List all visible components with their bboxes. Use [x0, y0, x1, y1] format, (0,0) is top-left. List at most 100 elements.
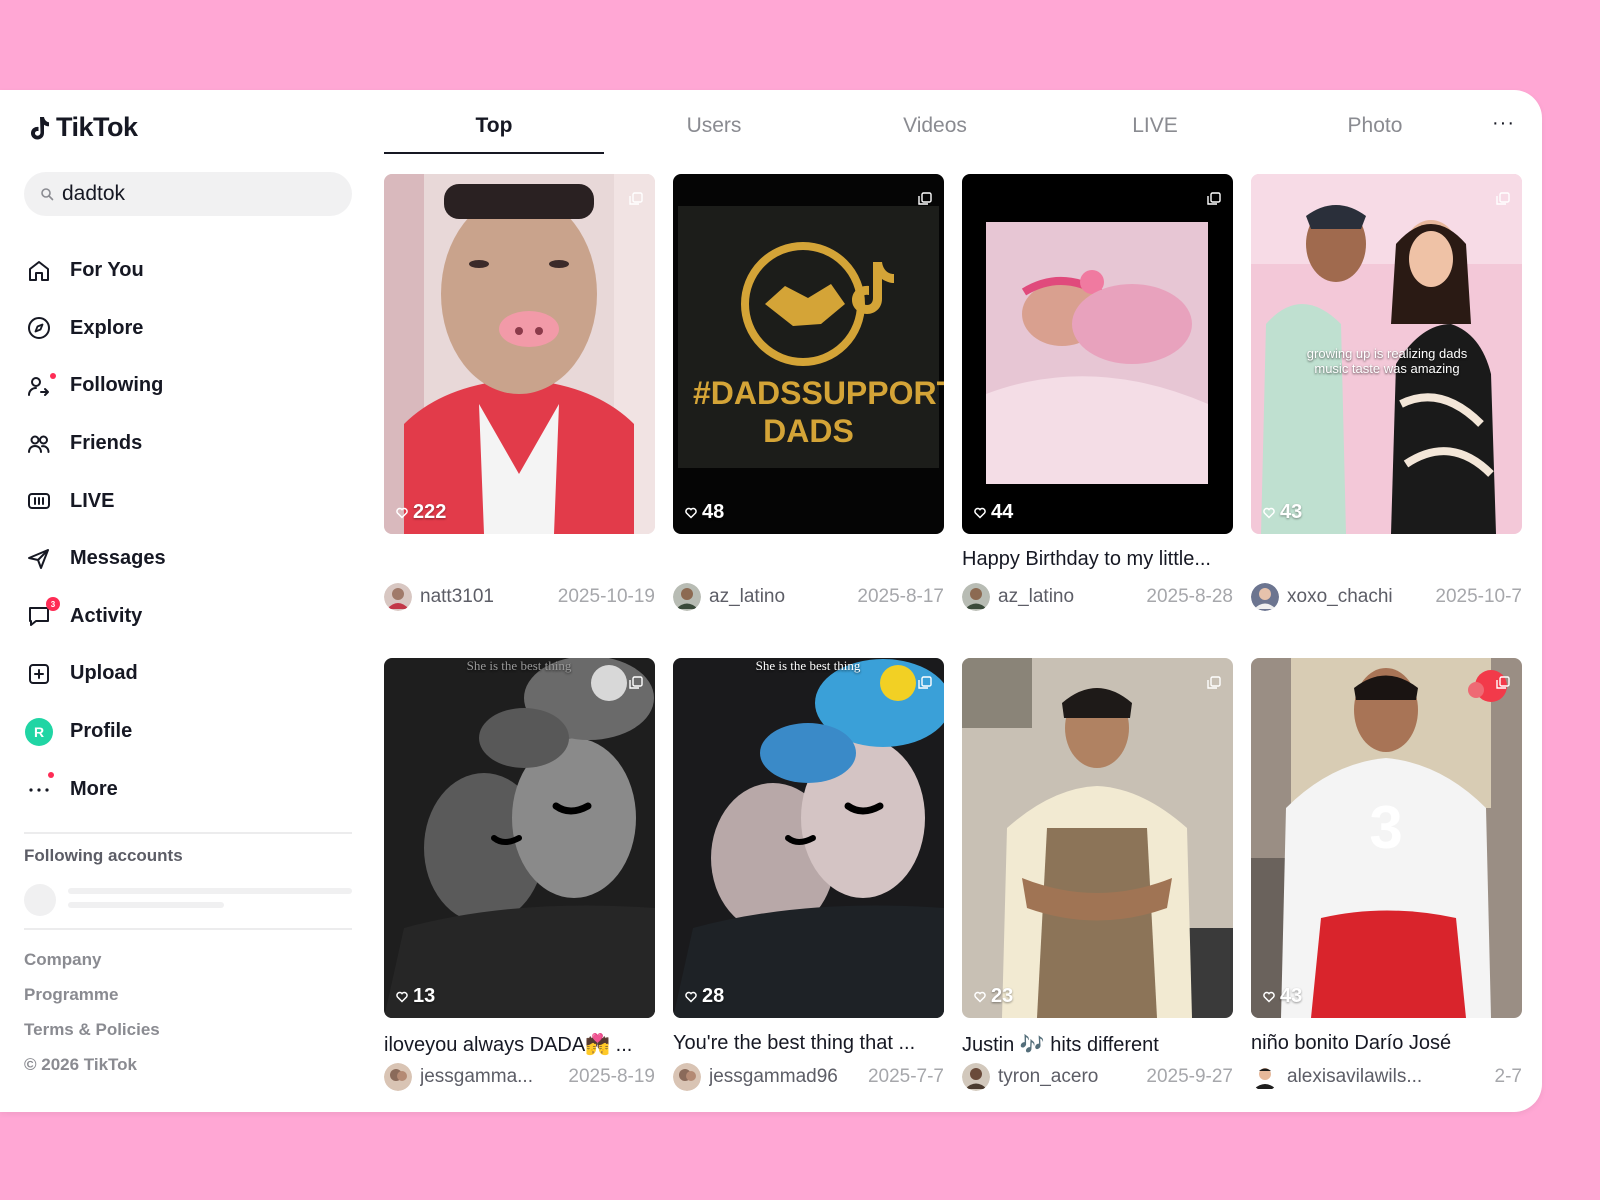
video-image: [384, 658, 655, 1018]
video-meta: az_latino 2025-8-28: [962, 582, 1233, 612]
video-thumbnail[interactable]: She is the best thing 28: [673, 658, 944, 1018]
multi-photo-icon: [1496, 192, 1510, 205]
user-avatar[interactable]: [384, 1063, 412, 1091]
username[interactable]: natt3101: [420, 586, 558, 608]
like-count-value: 222: [413, 501, 447, 523]
username[interactable]: xoxo_chachi: [1287, 586, 1435, 608]
friends-icon: [24, 429, 54, 459]
video-card[interactable]: #DADSSUPPORTING DADS 48 az_latino 2025-8…: [673, 174, 944, 612]
post-date: 2025-8-17: [857, 586, 944, 607]
video-caption[interactable]: [1251, 548, 1522, 574]
nav-label: More: [70, 777, 118, 800]
nav-following[interactable]: Following: [24, 357, 354, 415]
username[interactable]: tyron_acero: [998, 1066, 1146, 1088]
video-caption[interactable]: niño bonito Darío José: [1251, 1032, 1522, 1058]
video-caption[interactable]: [384, 548, 655, 574]
video-thumbnail[interactable]: 44: [962, 174, 1233, 534]
following-accounts-title: Following accounts: [24, 846, 183, 865]
tab-live[interactable]: LIVE: [1045, 114, 1265, 154]
user-avatar[interactable]: [962, 583, 990, 611]
nav-label: Upload: [70, 662, 138, 685]
nav-upload[interactable]: Upload: [24, 645, 354, 703]
nav-live[interactable]: LIVE: [24, 472, 354, 530]
video-thumbnail[interactable]: She is the best thing 13: [384, 658, 655, 1018]
nav-messages[interactable]: Messages: [24, 530, 354, 588]
tab-videos[interactable]: Videos: [825, 114, 1045, 154]
footer-terms[interactable]: Terms & Policies: [24, 1012, 160, 1047]
nav-explore[interactable]: Explore: [24, 300, 354, 358]
heart-icon: [1263, 507, 1275, 519]
video-thumbnail[interactable]: #DADSSUPPORTING DADS 48: [673, 174, 944, 534]
tab-users[interactable]: Users: [604, 114, 824, 154]
username[interactable]: az_latino: [709, 586, 857, 608]
footer-company[interactable]: Company: [24, 942, 160, 977]
nav-label: Explore: [70, 316, 144, 339]
user-avatar[interactable]: [673, 1063, 701, 1091]
video-card[interactable]: 222 natt3101 2025-10-19: [384, 174, 655, 612]
footer-programme[interactable]: Programme: [24, 977, 160, 1012]
multi-photo-icon: [629, 676, 643, 689]
nav-more[interactable]: More: [24, 760, 354, 818]
search-input[interactable]: [62, 182, 322, 206]
post-date: 2025-10-7: [1435, 586, 1522, 607]
user-avatar[interactable]: [673, 583, 701, 611]
tab-top[interactable]: Top: [384, 114, 604, 154]
video-caption[interactable]: You're the best thing that ...: [673, 1032, 944, 1058]
video-thumbnail[interactable]: growing up is realizing dads music taste…: [1251, 174, 1522, 534]
nav-friends[interactable]: Friends: [24, 415, 354, 473]
username[interactable]: jessgamma...: [420, 1066, 568, 1088]
video-meta: tyron_acero 2025-9-27: [962, 1062, 1233, 1092]
footer-copyright: © 2026 TikTok: [24, 1055, 138, 1074]
multi-photo-icon: [918, 676, 932, 689]
tab-photo[interactable]: Photo: [1265, 114, 1485, 154]
footer-links: Company Programme Terms & Policies © 202…: [24, 942, 160, 1082]
heart-icon: [974, 507, 986, 519]
video-thumbnail[interactable]: 3 43: [1251, 658, 1522, 1018]
nav-label: Friends: [70, 432, 143, 455]
user-avatar[interactable]: [1251, 583, 1279, 611]
video-thumbnail[interactable]: 222: [384, 174, 655, 534]
video-card[interactable]: She is the best thing 13 iloveyou always…: [384, 658, 655, 1092]
user-avatar[interactable]: [1251, 1063, 1279, 1091]
video-caption[interactable]: [673, 548, 944, 574]
post-date: 2025-10-19: [557, 586, 655, 607]
multi-photo-icon: [1207, 192, 1221, 205]
heart-icon: [685, 507, 697, 519]
post-date: 2025-7-7: [867, 1066, 944, 1087]
username[interactable]: az_latino: [998, 586, 1146, 608]
live-icon: [24, 486, 54, 516]
video-caption[interactable]: Happy Birthday to my little...: [962, 548, 1233, 574]
nav-label: Activity: [70, 604, 143, 627]
multi-photo-icon: [1207, 676, 1221, 689]
nav-activity[interactable]: 3 Activity: [24, 588, 354, 646]
tabs-more-button[interactable]: ···: [1492, 112, 1515, 135]
like-count: 28: [685, 985, 724, 1008]
like-count: 43: [1263, 501, 1302, 524]
video-caption[interactable]: Justin 🎶 hits different: [962, 1032, 1233, 1058]
nav-for-you[interactable]: For You: [24, 242, 354, 300]
username[interactable]: alexisavilawils...: [1287, 1066, 1495, 1088]
multi-photo-icon: [918, 192, 932, 205]
video-card[interactable]: 23 Justin 🎶 hits different tyron_acero 2…: [962, 658, 1233, 1092]
user-avatar[interactable]: [384, 583, 412, 611]
tiktok-logo[interactable]: TikTok: [28, 112, 138, 143]
video-card[interactable]: She is the best thing 28 You're the best…: [673, 658, 944, 1092]
following-icon: [24, 371, 56, 401]
username[interactable]: jessgammad96: [709, 1066, 868, 1088]
like-count-value: 48: [702, 501, 725, 523]
video-card[interactable]: 44 Happy Birthday to my little... az_lat…: [962, 174, 1233, 612]
search-bar[interactable]: [24, 172, 352, 216]
nav-profile[interactable]: R Profile: [24, 703, 354, 761]
upload-icon: [24, 659, 54, 689]
video-card[interactable]: 3 43 niño bonito Darío José alexisavilaw…: [1251, 658, 1522, 1092]
video-thumbnail[interactable]: 23: [962, 658, 1233, 1018]
nav-label: Messages: [70, 547, 166, 570]
video-image: [962, 174, 1233, 534]
video-card[interactable]: growing up is realizing dads music taste…: [1251, 174, 1522, 612]
divider: [24, 832, 352, 834]
video-caption[interactable]: iloveyou always DADA💏 ...: [384, 1032, 655, 1058]
user-avatar[interactable]: [962, 1063, 990, 1091]
like-count-value: 44: [991, 501, 1014, 523]
post-date: 2025-9-27: [1146, 1066, 1233, 1087]
tiktok-window: TikTok For You Explore: [0, 90, 1542, 1112]
